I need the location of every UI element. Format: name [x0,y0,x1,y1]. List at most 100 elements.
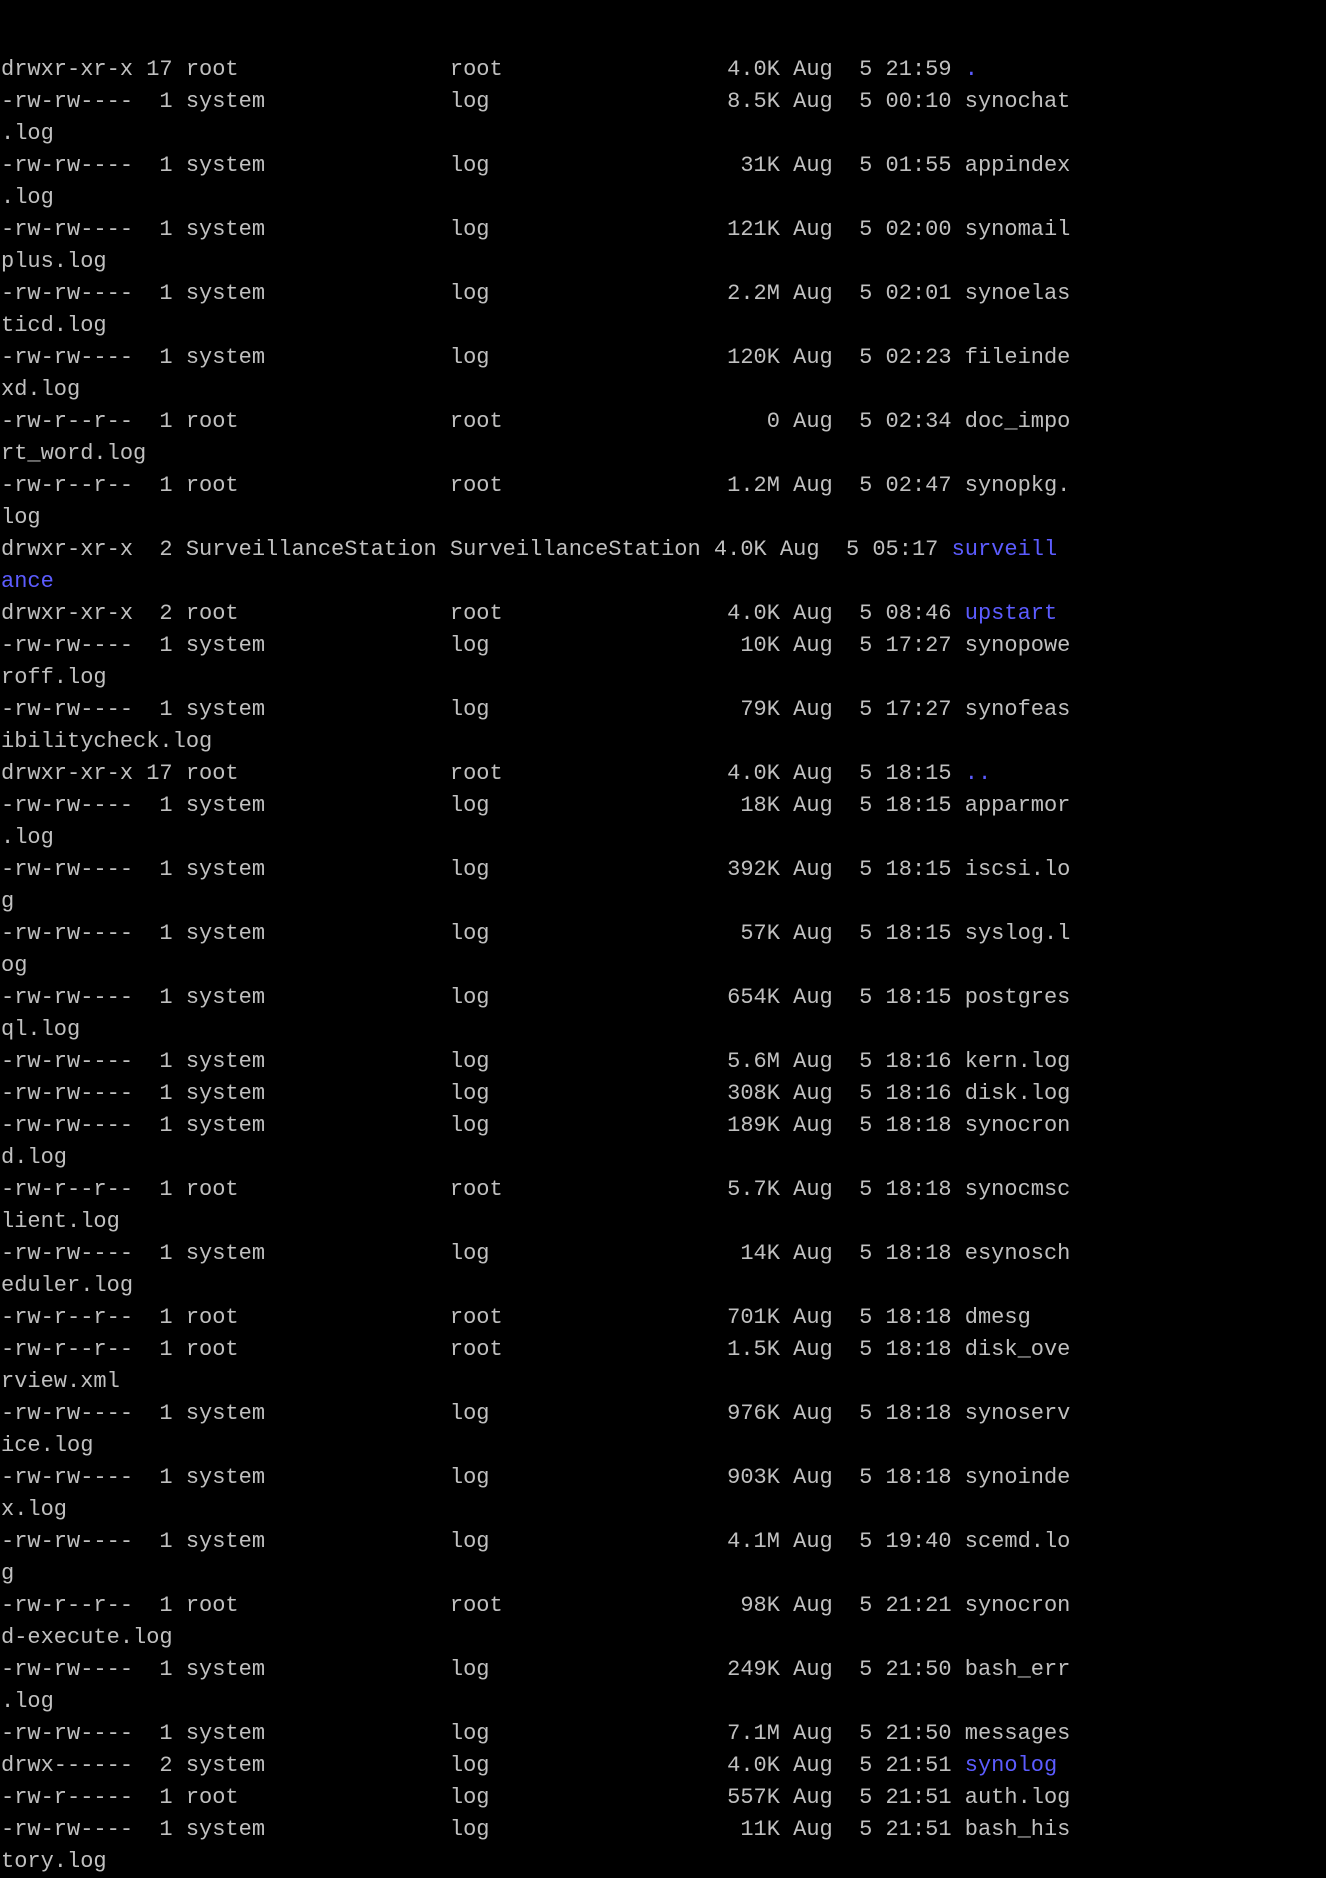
line-text: ticd.log [1,313,107,338]
line-text: -rw-rw---- 1 system log 7.1M Aug 5 21:50… [1,1721,1071,1746]
terminal-line: .log [1,118,1326,150]
terminal-line: tory.log [1,1846,1326,1878]
directory-name: synolog [964,1753,1058,1778]
line-text: -rw-rw---- 1 system log 79K Aug 5 17:27 … [1,697,1071,722]
terminal-line: log [1,502,1326,534]
terminal-line: drwxr-xr-x 17 root root 4.0K Aug 5 21:59… [1,54,1326,86]
terminal-line: -rw-rw---- 1 system log 249K Aug 5 21:50… [1,1654,1326,1686]
line-text: -rw-r--r-- 1 root root 1.2M Aug 5 02:47 … [1,473,1071,498]
line-text: drwx------ 2 system log 4.0K Aug 5 21:51 [1,1753,965,1778]
terminal-line: -rw-rw---- 1 system log 5.6M Aug 5 18:16… [1,1046,1326,1078]
line-text: -rw-rw---- 1 system log 903K Aug 5 18:18… [1,1465,1071,1490]
terminal-line: ql.log [1,1014,1326,1046]
line-text: eduler.log [1,1273,134,1298]
terminal-line: rview.xml [1,1366,1326,1398]
terminal-line: g [1,1558,1326,1590]
line-text: log [1,505,41,530]
terminal-line: d.log [1,1142,1326,1174]
directory-name: upstart [964,601,1058,626]
directory-name: surveill [951,537,1058,562]
terminal-line: -rw-rw---- 1 system log 392K Aug 5 18:15… [1,854,1326,886]
terminal-line: -rw-rw---- 1 system log 31K Aug 5 01:55 … [1,150,1326,182]
terminal-line: ance [1,566,1326,598]
terminal-line: d-execute.log [1,1622,1326,1654]
terminal-line: drwxr-xr-x 2 root root 4.0K Aug 5 08:46 … [1,598,1326,630]
line-text: -rw-rw---- 1 system log 976K Aug 5 18:18… [1,1401,1071,1426]
line-text: g [1,889,15,914]
line-text: ql.log [1,1017,81,1042]
line-text: ibilitycheck.log [1,729,213,754]
terminal-line: -rw-r--r-- 1 root root 1.5K Aug 5 18:18 … [1,1334,1326,1366]
terminal-line: roff.log [1,662,1326,694]
terminal-line: -rw-r--r-- 1 root root 98K Aug 5 21:21 s… [1,1590,1326,1622]
directory-name: .. [964,761,992,786]
terminal-line: plus.log [1,246,1326,278]
line-text: drwxr-xr-x 2 SurveillanceStation Surveil… [1,537,952,562]
terminal-line: og [1,950,1326,982]
line-text: -rw-rw---- 1 system log 4.1M Aug 5 19:40… [1,1529,1071,1554]
line-text: g [1,1561,15,1586]
line-text: .log [1,1689,54,1714]
line-text: .log [1,121,54,146]
line-text: -rw-rw---- 1 system log 5.6M Aug 5 18:16… [1,1049,1071,1074]
line-text: d-execute.log [1,1625,173,1650]
line-text: -rw-rw---- 1 system log 2.2M Aug 5 02:01… [1,281,1071,306]
line-text: -rw-rw---- 1 system log 120K Aug 5 02:23… [1,345,1071,370]
terminal-line: -rw-rw---- 1 system log 11K Aug 5 21:51 … [1,1814,1326,1846]
terminal-line: drwxr-xr-x 2 SurveillanceStation Surveil… [1,534,1326,566]
line-text: x.log [1,1497,68,1522]
terminal-line: rt_word.log [1,438,1326,470]
line-text: drwxr-xr-x 17 root root 4.0K Aug 5 18:15 [1,761,965,786]
terminal-line: .log [1,182,1326,214]
terminal-line: -rw-r--r-- 1 root root 0 Aug 5 02:34 doc… [1,406,1326,438]
directory-name: . [964,57,978,82]
line-text: -rw-rw---- 1 system log 14K Aug 5 18:18 … [1,1241,1071,1266]
line-text: -rw-r--r-- 1 root root 0 Aug 5 02:34 doc… [1,409,1071,434]
terminal-line: -rw-rw---- 1 system log 189K Aug 5 18:18… [1,1110,1326,1142]
terminal-line: eduler.log [1,1270,1326,1302]
line-text: -rw-rw---- 1 system log 10K Aug 5 17:27 … [1,633,1071,658]
line-text: -rw-rw---- 1 system log 121K Aug 5 02:00… [1,217,1071,242]
line-text: -rw-rw---- 1 system log 18K Aug 5 18:15 … [1,793,1071,818]
line-text: -rw-rw---- 1 system log 31K Aug 5 01:55 … [1,153,1071,178]
terminal-line: -rw-rw---- 1 system log 121K Aug 5 02:00… [1,214,1326,246]
terminal-line: -rw-r--r-- 1 root root 1.2M Aug 5 02:47 … [1,470,1326,502]
terminal-line: -rw-r--r-- 1 root root 5.7K Aug 5 18:18 … [1,1174,1326,1206]
line-text: .log [1,825,54,850]
directory-name: ance [1,569,54,594]
line-text: -rw-r----- 1 root log 557K Aug 5 21:51 a… [1,1785,1071,1810]
line-text: -rw-r--r-- 1 root root 701K Aug 5 18:18 … [1,1305,1031,1330]
line-text: -rw-rw---- 1 system log 11K Aug 5 21:51 … [1,1817,1071,1842]
line-text: -rw-r--r-- 1 root root 98K Aug 5 21:21 s… [1,1593,1071,1618]
terminal-line: x.log [1,1494,1326,1526]
line-text: og [1,953,28,978]
terminal-line: -rw-rw---- 1 system log 14K Aug 5 18:18 … [1,1238,1326,1270]
terminal-line: -rw-rw---- 1 system log 654K Aug 5 18:15… [1,982,1326,1014]
terminal-line: drwxr-xr-x 17 root root 4.0K Aug 5 18:15… [1,758,1326,790]
terminal-line: -rw-rw---- 1 system log 79K Aug 5 17:27 … [1,694,1326,726]
terminal-line: -rw-rw---- 1 system log 18K Aug 5 18:15 … [1,790,1326,822]
terminal-line: -rw-rw---- 1 system log 976K Aug 5 18:18… [1,1398,1326,1430]
line-text: lient.log [1,1209,120,1234]
line-text: rview.xml [1,1369,120,1394]
terminal-line: -rw-rw---- 1 system log 4.1M Aug 5 19:40… [1,1526,1326,1558]
line-text: -rw-rw---- 1 system log 249K Aug 5 21:50… [1,1657,1071,1682]
line-text: drwxr-xr-x 2 root root 4.0K Aug 5 08:46 [1,601,965,626]
terminal-output[interactable]: drwxr-xr-x 17 root root 4.0K Aug 5 21:59… [0,0,1326,1878]
terminal-line: xd.log [1,374,1326,406]
terminal-line: .log [1,1686,1326,1718]
terminal-line: -rw-rw---- 1 system log 57K Aug 5 18:15 … [1,918,1326,950]
terminal-line: -rw-r--r-- 1 root root 701K Aug 5 18:18 … [1,1302,1326,1334]
terminal-line: lient.log [1,1206,1326,1238]
line-text: -rw-rw---- 1 system log 392K Aug 5 18:15… [1,857,1071,882]
terminal-line: -rw-r----- 1 root log 557K Aug 5 21:51 a… [1,1782,1326,1814]
terminal-line: -rw-rw---- 1 system log 2.2M Aug 5 02:01… [1,278,1326,310]
terminal-line: g [1,886,1326,918]
terminal-line: -rw-rw---- 1 system log 903K Aug 5 18:18… [1,1462,1326,1494]
terminal-line: -rw-rw---- 1 system log 308K Aug 5 18:16… [1,1078,1326,1110]
terminal-line: .log [1,822,1326,854]
line-text: xd.log [1,377,81,402]
line-text: rt_word.log [1,441,147,466]
line-text: roff.log [1,665,107,690]
terminal-line: -rw-rw---- 1 system log 8.5K Aug 5 00:10… [1,86,1326,118]
